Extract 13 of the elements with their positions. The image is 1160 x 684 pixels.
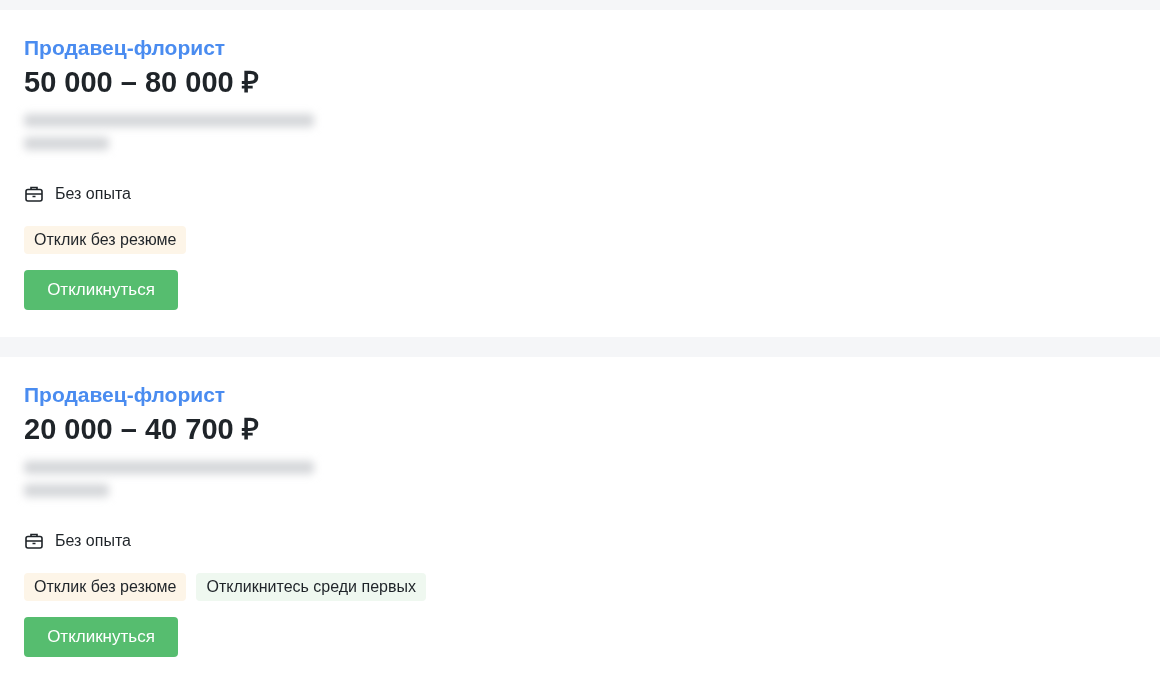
tag-label: Отклик без резюме (24, 226, 187, 254)
tag-label: Откликнитесь среди первых (196, 573, 426, 601)
briefcase-icon (24, 184, 44, 204)
vacancy-title-link[interactable]: Продавец-флорист (24, 36, 226, 60)
respond-button[interactable]: Откликнуться (24, 270, 178, 310)
respond-button[interactable]: Откликнуться (24, 617, 178, 657)
experience-text: Без опыта (55, 531, 131, 551)
vacancy-title-link[interactable]: Продавец-флорист (24, 383, 226, 407)
briefcase-icon (24, 531, 44, 551)
tag-label: Отклик без резюме (24, 573, 187, 601)
experience-text: Без опыта (55, 184, 131, 204)
salary-text: 20 000 – 40 700 ₽ (24, 412, 259, 447)
salary-text: 50 000 – 80 000 ₽ (24, 65, 259, 100)
